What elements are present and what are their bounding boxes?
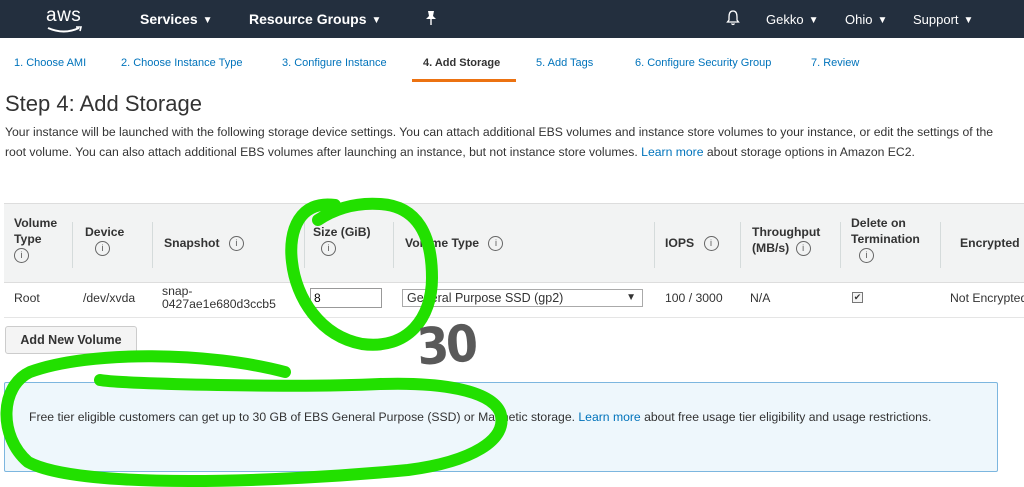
col-delete-on-termination: Delete on Termination i xyxy=(851,215,920,264)
services-menu[interactable]: Services ▼ xyxy=(140,11,213,27)
tab-choose-instance-type[interactable]: 2. Choose Instance Type xyxy=(121,57,243,69)
learn-more-storage-link[interactable]: Learn more xyxy=(641,145,703,159)
info-icon[interactable]: i xyxy=(321,241,336,257)
info-icon[interactable]: i xyxy=(703,236,719,252)
free-tier-alert-text: Free tier eligible customers can get up … xyxy=(29,410,932,424)
learn-more-free-tier-link[interactable]: Learn more xyxy=(578,410,640,424)
chevron-down-icon: ▼ xyxy=(371,15,382,26)
col-encrypted: Encrypted xyxy=(960,236,1020,250)
wizard-tabs: 1. Choose AMI 2. Choose Instance Type 3.… xyxy=(0,52,1024,82)
row-encrypted: Not Encrypted xyxy=(950,292,1024,305)
info-icon[interactable]: i xyxy=(14,248,29,264)
chevron-down-icon: ▼ xyxy=(963,15,974,26)
info-icon[interactable]: i xyxy=(488,236,504,252)
bell-icon[interactable] xyxy=(726,10,740,29)
col-device: Device i xyxy=(85,224,124,257)
chevron-down-icon: ▼ xyxy=(877,15,888,26)
tab-review[interactable]: 7. Review xyxy=(811,57,859,69)
row-device: /dev/xvda xyxy=(83,291,136,305)
tab-choose-ami[interactable]: 1. Choose AMI xyxy=(14,57,86,69)
resource-groups-menu[interactable]: Resource Groups ▼ xyxy=(249,11,381,27)
delete-on-termination-checkbox[interactable]: ✔ xyxy=(852,292,863,303)
row-iops: 100 / 3000 xyxy=(665,291,723,305)
top-nav: aws Services ▼ Resource Groups ▼ Gekko ▼ Oh… xyxy=(0,0,1024,38)
size-input[interactable] xyxy=(310,288,382,308)
region-menu[interactable]: Ohio ▼ xyxy=(845,12,887,27)
tab-add-tags[interactable]: 5. Add Tags xyxy=(536,57,593,69)
smile-icon xyxy=(47,26,83,33)
add-new-volume-button[interactable]: Add New Volume xyxy=(5,326,137,354)
chevron-down-icon: ▼ xyxy=(626,292,636,303)
active-tab-indicator xyxy=(412,79,516,82)
col-snapshot: Snapshot i xyxy=(164,235,244,252)
row-snapshot[interactable]: snap- 0427ae1e680d3ccb5 xyxy=(162,285,276,311)
row-volume-type: Root xyxy=(14,291,40,305)
handwritten-note: 30 xyxy=(414,313,478,377)
aws-logo[interactable]: aws xyxy=(44,2,88,36)
info-icon[interactable]: i xyxy=(228,236,244,252)
chevron-down-icon: ▼ xyxy=(808,15,819,26)
volume-type-select[interactable]: General Purpose SSD (gp2) ▼ xyxy=(402,289,643,307)
tab-configure-instance[interactable]: 3. Configure Instance xyxy=(282,57,387,69)
page-description: Your instance will be launched with the … xyxy=(5,125,994,159)
row-throughput: N/A xyxy=(750,291,771,305)
col-volume-type-select: Volume Type i xyxy=(405,235,504,252)
tab-add-storage[interactable]: 4. Add Storage xyxy=(423,57,500,69)
account-menu[interactable]: Gekko ▼ xyxy=(766,12,818,27)
col-throughput: Throughput (MB/s) i xyxy=(752,225,821,257)
pin-icon[interactable] xyxy=(424,10,438,29)
row-divider xyxy=(4,317,1024,318)
page-title: Step 4: Add Storage xyxy=(5,91,202,116)
chevron-down-icon: ▼ xyxy=(202,15,213,26)
col-size: Size (GiB) i xyxy=(313,224,371,257)
col-iops: IOPS i xyxy=(665,235,719,252)
info-icon[interactable]: i xyxy=(795,241,811,257)
col-volume-type: Volume Type i xyxy=(14,215,57,264)
tab-configure-security-group[interactable]: 6. Configure Security Group xyxy=(635,57,771,69)
support-menu[interactable]: Support ▼ xyxy=(913,12,973,27)
info-icon[interactable]: i xyxy=(859,248,874,264)
info-icon[interactable]: i xyxy=(95,241,110,257)
